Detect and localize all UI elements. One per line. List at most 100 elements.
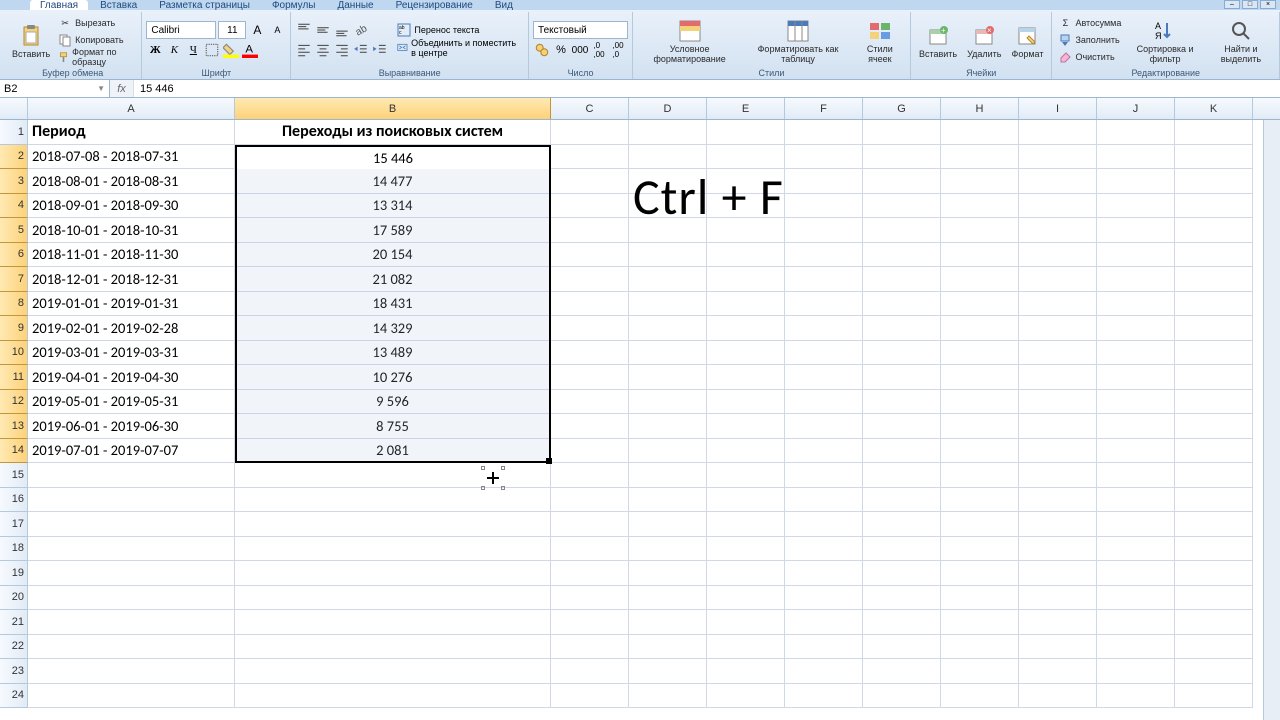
row-header-6[interactable]: 6 (0, 243, 28, 268)
cell-K17[interactable] (1175, 512, 1253, 537)
column-header-F[interactable]: F (785, 98, 863, 119)
cell-F3[interactable] (785, 169, 863, 194)
cell-I1[interactable] (1019, 120, 1097, 145)
cell-C22[interactable] (551, 635, 629, 660)
cell-C20[interactable] (551, 586, 629, 611)
cell-I17[interactable] (1019, 512, 1097, 537)
cell-K9[interactable] (1175, 316, 1253, 341)
cell-G1[interactable] (863, 120, 941, 145)
cell-A7[interactable]: 2018-12-01 - 2018-12-31 (28, 267, 235, 292)
cell-G18[interactable] (863, 537, 941, 562)
cell-G20[interactable] (863, 586, 941, 611)
cell-I14[interactable] (1019, 439, 1097, 464)
cell-D1[interactable] (629, 120, 707, 145)
cell-K15[interactable] (1175, 463, 1253, 488)
cell-A3[interactable]: 2018-08-01 - 2018-08-31 (28, 169, 235, 194)
cell-G6[interactable] (863, 243, 941, 268)
cell-A8[interactable]: 2019-01-01 - 2019-01-31 (28, 292, 235, 317)
minimize-button[interactable]: – (1224, 0, 1240, 9)
cell-K16[interactable] (1175, 488, 1253, 513)
cell-E17[interactable] (707, 512, 785, 537)
tab-formulas[interactable]: Формулы (262, 0, 326, 10)
insert-cells-button[interactable]: +Вставить (915, 14, 961, 66)
row-header-22[interactable]: 22 (0, 635, 28, 660)
cell-F1[interactable] (785, 120, 863, 145)
row-header-16[interactable]: 16 (0, 488, 28, 513)
cell-C2[interactable] (551, 145, 629, 170)
cell-K4[interactable] (1175, 194, 1253, 219)
cell-A16[interactable] (28, 488, 235, 513)
cell-K10[interactable] (1175, 341, 1253, 366)
cell-D18[interactable] (629, 537, 707, 562)
cell-A6[interactable]: 2018-11-01 - 2018-11-30 (28, 243, 235, 268)
cell-J5[interactable] (1097, 218, 1175, 243)
decrease-decimal-button[interactable]: ,00,0 (609, 41, 627, 59)
cell-I12[interactable] (1019, 390, 1097, 415)
cell-I20[interactable] (1019, 586, 1097, 611)
cells-area[interactable]: 15 446 Ctrl + F ПериодПереходы из поиско… (28, 120, 1280, 708)
cell-A12[interactable]: 2019-05-01 - 2019-05-31 (28, 390, 235, 415)
cell-D8[interactable] (629, 292, 707, 317)
cell-E8[interactable] (707, 292, 785, 317)
cell-J14[interactable] (1097, 439, 1175, 464)
cell-I7[interactable] (1019, 267, 1097, 292)
cell-B13[interactable]: 8 755 (235, 414, 551, 439)
row-header-18[interactable]: 18 (0, 537, 28, 562)
cell-H23[interactable] (941, 659, 1019, 684)
cell-G23[interactable] (863, 659, 941, 684)
cell-F8[interactable] (785, 292, 863, 317)
cell-G22[interactable] (863, 635, 941, 660)
merge-center-button[interactable]: Объединить и поместить в центре (395, 38, 524, 58)
cell-D13[interactable] (629, 414, 707, 439)
cell-K22[interactable] (1175, 635, 1253, 660)
cell-I16[interactable] (1019, 488, 1097, 513)
cell-D10[interactable] (629, 341, 707, 366)
italic-button[interactable]: К (165, 41, 183, 59)
cell-K8[interactable] (1175, 292, 1253, 317)
cell-G12[interactable] (863, 390, 941, 415)
row-header-19[interactable]: 19 (0, 561, 28, 586)
cell-C3[interactable] (551, 169, 629, 194)
cell-G5[interactable] (863, 218, 941, 243)
cell-K3[interactable] (1175, 169, 1253, 194)
row-header-8[interactable]: 8 (0, 292, 28, 317)
row-header-24[interactable]: 24 (0, 684, 28, 709)
cell-F19[interactable] (785, 561, 863, 586)
cell-H9[interactable] (941, 316, 1019, 341)
cell-J3[interactable] (1097, 169, 1175, 194)
cell-G4[interactable] (863, 194, 941, 219)
cell-E20[interactable] (707, 586, 785, 611)
cell-D23[interactable] (629, 659, 707, 684)
tab-insert[interactable]: Вставка (90, 0, 147, 10)
column-header-K[interactable]: K (1175, 98, 1253, 119)
cell-B9[interactable]: 14 329 (235, 316, 551, 341)
cell-J23[interactable] (1097, 659, 1175, 684)
cell-E18[interactable] (707, 537, 785, 562)
cell-F24[interactable] (785, 684, 863, 709)
row-header-13[interactable]: 13 (0, 414, 28, 439)
cell-F12[interactable] (785, 390, 863, 415)
formula-input[interactable]: 15 446 (134, 80, 1280, 97)
cell-J1[interactable] (1097, 120, 1175, 145)
number-format-select[interactable] (533, 21, 628, 39)
cell-I9[interactable] (1019, 316, 1097, 341)
cell-C13[interactable] (551, 414, 629, 439)
cell-B2[interactable]: 15 446 (235, 145, 551, 170)
tab-page-layout[interactable]: Разметка страницы (149, 0, 260, 10)
cell-E10[interactable] (707, 341, 785, 366)
name-box[interactable]: B2▼ (0, 80, 110, 97)
cell-E1[interactable] (707, 120, 785, 145)
cell-B1[interactable]: Переходы из поисковых систем (235, 120, 551, 145)
cell-E23[interactable] (707, 659, 785, 684)
cell-K5[interactable] (1175, 218, 1253, 243)
cell-I11[interactable] (1019, 365, 1097, 390)
cell-J13[interactable] (1097, 414, 1175, 439)
fx-icon[interactable]: fx (110, 80, 134, 97)
cell-D2[interactable] (629, 145, 707, 170)
cell-F23[interactable] (785, 659, 863, 684)
row-header-7[interactable]: 7 (0, 267, 28, 292)
cell-J12[interactable] (1097, 390, 1175, 415)
column-header-D[interactable]: D (629, 98, 707, 119)
font-name-input[interactable] (146, 21, 216, 39)
cell-B10[interactable]: 13 489 (235, 341, 551, 366)
